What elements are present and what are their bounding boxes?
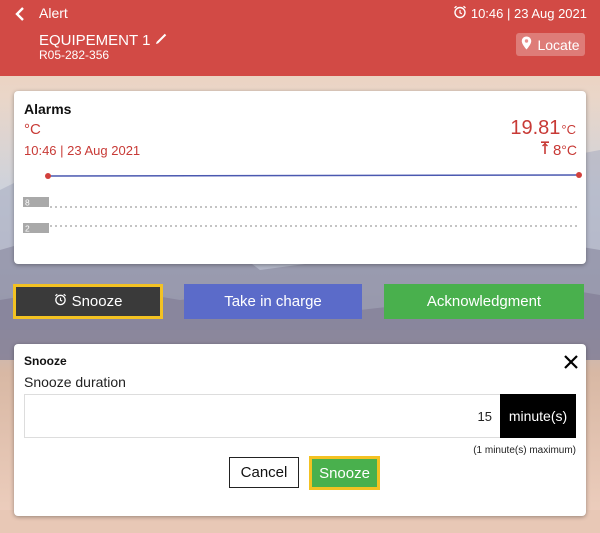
locate-label: Locate [537,36,580,53]
alarm-unit: °C [24,121,41,138]
threshold-label-2: 2 [25,224,30,234]
threshold-label-8: 8 [25,198,30,208]
header-time-text: 10:46 | 23 Aug 2021 [470,6,587,21]
current-unit: °C [561,122,576,137]
snooze-clock-icon [54,293,67,310]
page-title: Alert [39,5,68,21]
equipment-name: EQUIPEMENT 1 [39,32,168,49]
alarm-timestamp: 10:46 | 23 Aug 2021 [24,143,141,158]
edit-pencil-icon[interactable] [155,32,168,49]
alarms-card: Alarms °C 10:46 | 23 Aug 2021 19.81 °C 8… [14,91,586,264]
locate-button[interactable]: Locate [516,33,585,56]
duration-max-note: (1 minute(s) maximum) [473,445,576,456]
take-in-charge-button[interactable]: Take in charge [184,284,362,319]
alarms-title: Alarms [24,101,72,117]
equipment-name-text: EQUIPEMENT 1 [39,32,151,49]
current-temperature: 19.81 °C [510,117,576,140]
thermometer-max-icon [540,141,550,159]
snooze-panel-title: Snooze [24,354,67,368]
alarm-clock-icon [453,5,467,22]
series-start-point [45,173,51,179]
temperature-chart: 8 2 [14,166,586,241]
threshold-value: 8 [552,142,562,159]
duration-unit-label: minute(s) [500,394,576,438]
app-header: Alert 10:46 | 23 Aug 2021 EQUIPEMENT 1 R… [0,0,600,76]
cancel-button[interactable]: Cancel [229,457,299,488]
snooze-duration-label: Snooze duration [24,374,126,390]
snooze-duration-input[interactable] [24,394,500,438]
snooze-panel: Snooze Snooze duration minute(s) (1 minu… [14,344,586,516]
threshold-indicator: 8 °C [540,141,577,159]
threshold-unit: °C [561,142,577,158]
confirm-snooze-button[interactable]: Snooze [309,456,380,490]
equipment-reference: R05-282-356 [39,48,110,62]
snooze-button[interactable]: Snooze [13,284,163,319]
temperature-series-line [47,174,580,177]
acknowledgment-button[interactable]: Acknowledgment [384,284,584,319]
location-pin-icon [521,36,532,53]
snooze-button-label: Snooze [71,293,123,310]
header-timestamp: 10:46 | 23 Aug 2021 [453,5,587,22]
close-icon[interactable] [563,354,579,370]
back-arrow-icon[interactable] [12,4,28,24]
series-end-point [576,172,582,178]
current-value: 19.81 [510,117,561,139]
